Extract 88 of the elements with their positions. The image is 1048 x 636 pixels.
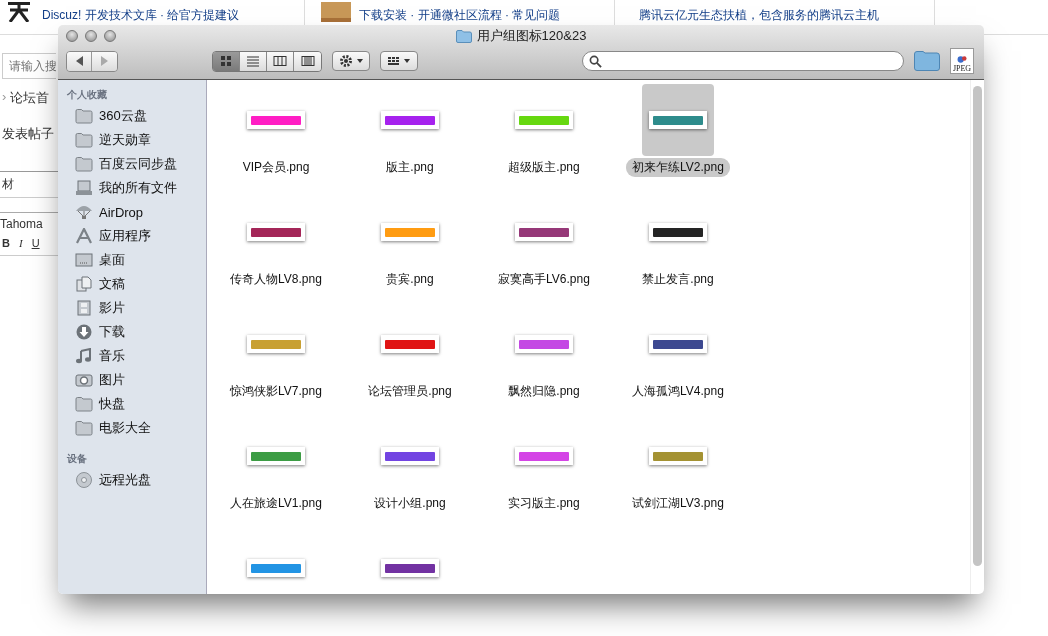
window-control[interactable] [85,30,97,42]
sidebar-item[interactable]: 逆天勋章 [58,128,206,152]
camera-icon [75,372,93,388]
file-name[interactable]: 初来乍练LV2.png [626,158,730,177]
file-name[interactable]: VIP会员.png [236,158,316,177]
breadcrumb-link[interactable]: 论坛首 [10,89,50,107]
file-name[interactable]: 设计小组.png [368,494,452,513]
window-title: 用户组图标120&23 [476,27,587,45]
caret-icon [356,59,363,63]
file-name[interactable]: 飘然归隐.png [502,382,586,401]
action-menu-button[interactable] [332,51,370,71]
back-button[interactable] [67,51,92,71]
file-name[interactable]: 人海孤鸿LV4.png [626,382,730,401]
file-name[interactable]: 禁止发言.png [636,270,720,289]
arrange-menu-button[interactable] [380,51,418,71]
file-name[interactable]: 惊鸿侠影LV7.png [224,382,328,401]
file-name[interactable]: 试剑江湖LV3.png [626,494,730,513]
grid-icon [219,55,233,67]
file-name[interactable]: 人在旅途LV1.png [224,494,328,513]
sidebar-item[interactable]: 电影大全 [58,416,206,440]
documents-icon [75,276,93,292]
file-name[interactable]: 论坛管理员.png [362,382,458,401]
sidebar-item[interactable]: 应用程序 [58,224,206,248]
disc-icon [75,472,93,488]
scrollbar-thumb[interactable] [973,86,982,566]
file-thumbnail[interactable] [642,84,714,156]
file-type-label: JPEG [952,64,972,73]
forward-button[interactable] [92,51,117,71]
picture-glyph-icon [955,55,969,64]
search-field[interactable]: 请输入搜 [2,53,56,79]
format-button[interactable]: U [31,237,40,249]
view-button[interactable] [294,51,321,71]
link-text[interactable]: 腾讯云亿元生态扶植，包含服务的腾讯云主机 [639,9,879,22]
sidebar-item[interactable]: 音乐 [58,344,206,368]
folder-icon [75,420,93,436]
file-name[interactable]: 传奇人物LV8.png [224,270,328,289]
desktop-icon [75,252,93,268]
download-icon [75,324,93,340]
folder-icon [75,156,93,172]
sidebar-header: 个人收藏 [66,88,108,102]
breadcrumb-separator: › [2,89,7,106]
music-note-icon [75,348,93,364]
sidebar-item[interactable]: 图片 [58,368,206,392]
sidebar-item[interactable]: 远程光盘 [58,468,206,492]
link-text[interactable]: Discuz! 开发技术文库 · 给官方提建议 [42,9,240,22]
sidebar-item[interactable]: AirDrop [58,200,206,224]
sidebar-item[interactable]: 影片 [58,296,206,320]
sidebar-item[interactable]: 桌面 [58,248,206,272]
sidebar-header: 设备 [66,452,88,466]
sidebar-item[interactable]: 下载 [58,320,206,344]
left-arrow-icon [75,56,83,66]
grid-icon [388,57,399,65]
link-text[interactable]: 下载安装 · 开通微社区流程 · 常见问题 [359,9,561,22]
folder-icon [75,132,93,148]
file-name[interactable]: 超级版主.png [502,158,586,177]
drawer-icon [75,180,93,196]
post-tab[interactable]: 发表帖子 [0,125,58,143]
folder-icon[interactable] [914,51,940,71]
sidebar-item[interactable]: 快盘 [58,392,206,416]
sidebar-item[interactable]: 百度云同步盘 [58,152,206,176]
parachute-icon [75,204,93,220]
format-button[interactable]: I [18,237,23,249]
folder-icon [75,396,93,412]
search-field[interactable] [582,51,904,71]
format-button[interactable]: B [2,237,10,249]
columns-icon [273,55,287,67]
file-name[interactable]: 贵宾.png [380,270,440,289]
folder-icon [455,29,472,43]
window-control[interactable] [66,30,78,42]
letter-a-icon [75,228,93,244]
gear-icon [339,55,352,67]
box-icon [321,2,351,22]
search-icon [589,54,602,68]
caret-icon [404,59,410,63]
file-name[interactable]: 寂寞高手LV6.png [492,270,596,289]
sidebar-item[interactable]: 我的所有文件 [58,176,206,200]
folder-icon [75,108,93,124]
file-name[interactable]: 版主.png [380,158,440,177]
view-button[interactable] [267,51,294,71]
sidebar-item[interactable]: 360云盘 [58,104,206,128]
window-control[interactable] [104,30,116,42]
right-arrow-icon [101,56,108,66]
file-name[interactable]: 实习版主.png [502,494,586,513]
sidebar-item[interactable]: 文稿 [58,272,206,296]
image-file-icon[interactable]: JPEG [950,48,974,74]
film-icon [75,300,93,316]
list-icon [246,55,260,67]
cover-flow-icon [300,55,315,67]
